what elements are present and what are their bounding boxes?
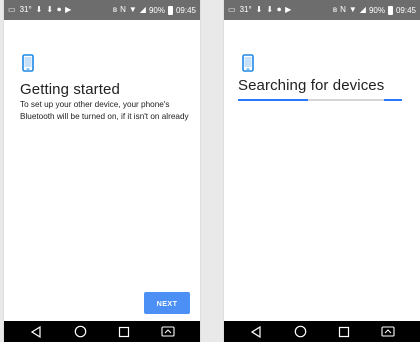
phone-screen-getting-started: ▭ 31° ⬇ ⬇ ⏺ ▶ ʙ N ▼ ◢ 90% 09:45 Getting …	[4, 0, 200, 342]
status-bar: ▭ 31° ⬇ ⬇ ⏺ ▶ ʙ N ▼ ◢ 90% 09:45	[224, 0, 420, 20]
phone-screen-searching: ▭ 31° ⬇ ⬇ ⏺ ▶ ʙ N ▼ ◢ 90% 09:45 Searchin…	[224, 0, 420, 342]
progress-bar	[238, 99, 402, 101]
page-title: Searching for devices	[238, 77, 385, 94]
record-icon: ⏺	[57, 5, 62, 14]
download-icon: ⬇	[46, 5, 54, 14]
media-icon: ▶	[285, 5, 292, 14]
smartphone-icon	[242, 54, 254, 72]
nfc-icon: N	[120, 5, 126, 14]
bluetooth-icon: ʙ	[332, 5, 338, 14]
signal-icon: ◢	[359, 5, 366, 14]
home-circle-icon[interactable]	[73, 325, 87, 339]
content-area: Getting started To set up your other dev…	[4, 20, 200, 321]
battery-percent: 90%	[368, 5, 385, 15]
screen-cast-icon[interactable]	[161, 325, 175, 339]
wifi-icon: ▼	[128, 5, 137, 14]
smartphone-icon	[22, 54, 34, 72]
screen-cast-icon[interactable]	[381, 325, 395, 339]
recents-square-icon[interactable]	[337, 325, 351, 339]
nav-bar	[4, 321, 200, 342]
download-icon: ⬇	[35, 5, 43, 14]
download-icon: ⬇	[266, 5, 274, 14]
home-circle-icon[interactable]	[293, 325, 307, 339]
nav-bar	[224, 321, 420, 342]
progress-segment	[238, 99, 308, 101]
status-bar: ▭ 31° ⬇ ⬇ ⏺ ▶ ʙ N ▼ ◢ 90% 09:45	[4, 0, 200, 20]
battery-icon	[387, 5, 393, 15]
progress-segment	[384, 99, 402, 101]
media-icon: ▶	[65, 5, 72, 14]
screenshot-icon: ▭	[228, 5, 236, 14]
battery-percent: 90%	[148, 5, 165, 15]
next-button[interactable]: NEXT	[144, 292, 190, 314]
page-title: Getting started	[20, 81, 120, 98]
battery-icon	[167, 5, 173, 15]
wifi-icon: ▼	[348, 5, 357, 14]
download-icon: ⬇	[255, 5, 263, 14]
bluetooth-icon: ʙ	[112, 5, 118, 14]
content-area: Searching for devices	[224, 20, 420, 321]
back-triangle-icon[interactable]	[29, 325, 43, 339]
temperature-label: 31°	[239, 5, 252, 14]
record-icon: ⏺	[277, 5, 282, 14]
screenshot-icon: ▭	[8, 5, 16, 14]
temperature-label: 31°	[19, 5, 32, 14]
description-text: To set up your other device, your phone'…	[20, 100, 189, 121]
clock: 09:45	[175, 5, 196, 15]
nfc-icon: N	[340, 5, 346, 14]
signal-icon: ◢	[139, 5, 146, 14]
recents-square-icon[interactable]	[117, 325, 131, 339]
back-triangle-icon[interactable]	[249, 325, 263, 339]
clock: 09:45	[395, 5, 416, 15]
